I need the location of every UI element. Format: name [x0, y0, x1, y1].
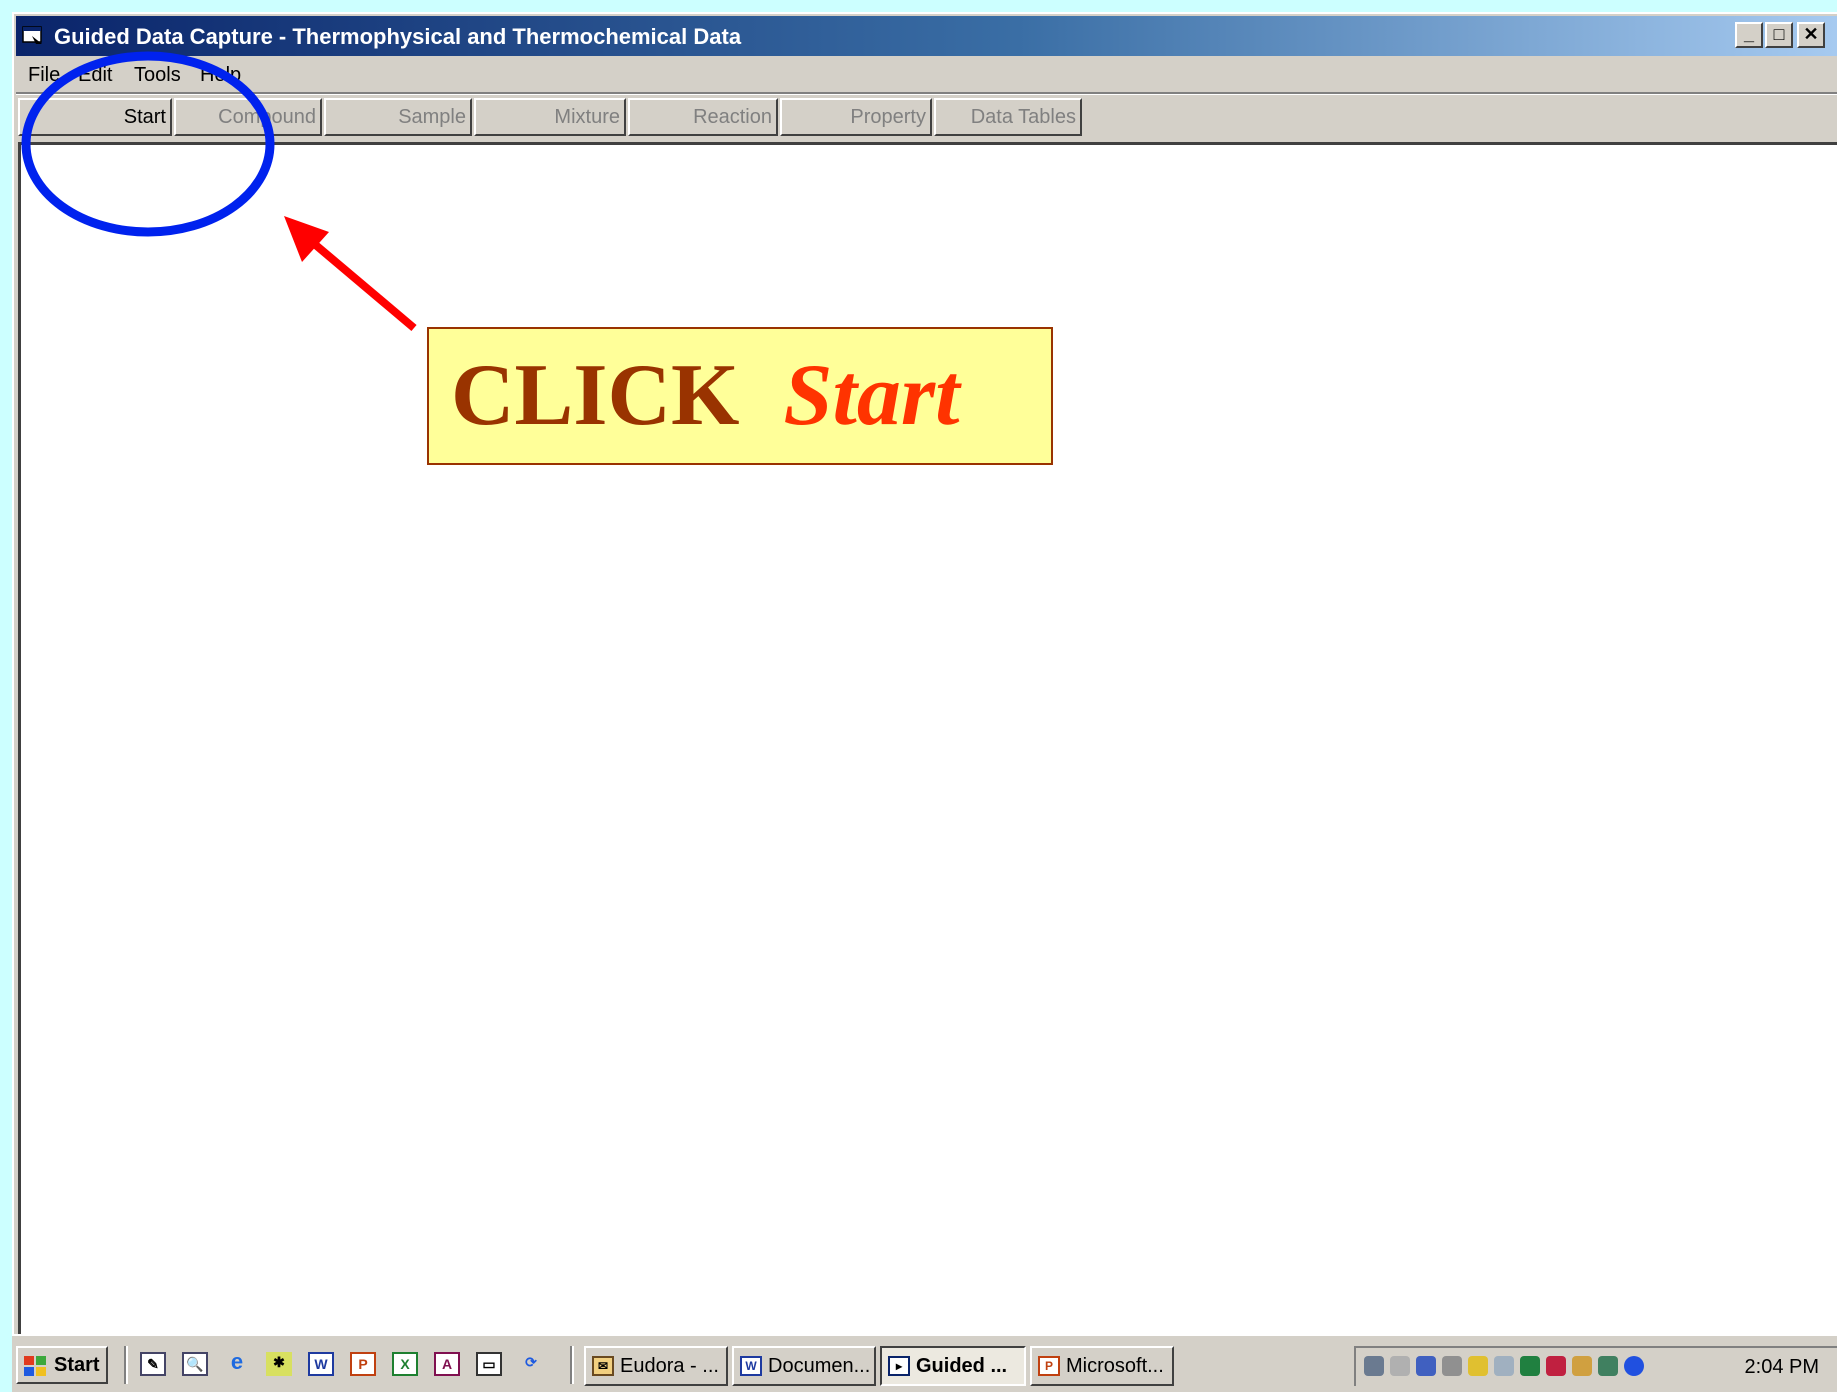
desktop-icon[interactable]: ✎ — [140, 1352, 166, 1376]
callout-click-text: CLICK — [451, 347, 740, 444]
menu-separator — [16, 92, 1837, 95]
excel-icon[interactable]: X — [392, 1352, 418, 1376]
tab-compound: Compound — [174, 98, 322, 136]
app-window: Guided Data Capture - Thermophysical and… — [12, 12, 1837, 1390]
taskbar-separator — [124, 1346, 128, 1384]
task-label: Eudora - ... — [620, 1355, 719, 1377]
tab-reaction: Reaction — [628, 98, 778, 136]
start-label: Start — [54, 1354, 100, 1376]
task-eudora[interactable]: ✉ Eudora - ... — [584, 1346, 728, 1386]
task-microsoft[interactable]: P Microsoft... — [1030, 1346, 1174, 1386]
start-menu-button[interactable]: Start — [16, 1346, 108, 1384]
outlook-icon[interactable]: ▭ — [476, 1352, 502, 1376]
minimize-button[interactable]: _ — [1735, 22, 1763, 48]
search-icon[interactable]: 🔍 — [182, 1352, 208, 1376]
menu-file[interactable]: File — [28, 64, 60, 87]
task-label: Documen... — [768, 1355, 871, 1377]
globe-tray-icon[interactable] — [1598, 1356, 1618, 1376]
callout-start-text: Start — [783, 347, 960, 444]
internet-explorer-icon[interactable]: e — [224, 1351, 250, 1376]
card-tray-icon[interactable] — [1546, 1356, 1566, 1376]
maximize-icon: □ — [1773, 24, 1785, 44]
windows-logo-icon — [24, 1356, 46, 1376]
app-icon — [22, 26, 42, 44]
menu-help[interactable]: Help — [200, 64, 241, 87]
powerpoint-icon: P — [1038, 1356, 1060, 1376]
tab-mixture: Mixture — [474, 98, 626, 136]
menu-tools[interactable]: Tools — [134, 64, 181, 87]
app-icon: ▸ — [888, 1356, 910, 1376]
task-guided[interactable]: ▸ Guided ... — [880, 1346, 1026, 1386]
printer-tray-icon[interactable] — [1520, 1356, 1540, 1376]
hand-tray-icon[interactable] — [1572, 1356, 1592, 1376]
window-title: Guided Data Capture - Thermophysical and… — [54, 24, 742, 49]
messenger-tray-icon[interactable] — [1624, 1356, 1644, 1376]
title-bar[interactable]: Guided Data Capture - Thermophysical and… — [16, 16, 1837, 56]
tray-app-icon[interactable] — [1442, 1356, 1462, 1376]
clock[interactable]: 2:04 PM — [1745, 1356, 1819, 1379]
close-icon: ✕ — [1803, 24, 1819, 44]
word-doc-icon: W — [740, 1356, 762, 1376]
network-icon[interactable]: ✱ — [266, 1352, 292, 1376]
main-content-area — [18, 142, 1837, 1334]
eudora-icon: ✉ — [592, 1356, 614, 1376]
word-icon[interactable]: W — [308, 1352, 334, 1376]
instruction-callout: CLICK Start — [427, 327, 1053, 465]
close-button[interactable]: ✕ — [1797, 22, 1825, 48]
access-icon[interactable]: A — [434, 1352, 460, 1376]
volume-icon[interactable] — [1390, 1356, 1410, 1376]
task-label: Microsoft... — [1066, 1355, 1164, 1377]
maximize-button[interactable]: □ — [1765, 22, 1793, 48]
menu-edit[interactable]: Edit — [78, 64, 112, 87]
taskbar-separator — [570, 1346, 574, 1384]
tab-property: Property — [780, 98, 932, 136]
cube-tray-icon[interactable] — [1494, 1356, 1514, 1376]
computer-tray-icon[interactable] — [1364, 1356, 1384, 1376]
powerpoint-icon[interactable]: P — [350, 1352, 376, 1376]
refresh-icon[interactable]: ⟳ — [518, 1352, 544, 1376]
taskbar: Start ✎ 🔍 e ✱ W P X A ▭ ⟳ ✉ Eudora - ...… — [12, 1334, 1837, 1392]
menu-bar: File Edit Tools Help — [16, 58, 1837, 90]
step-tabs: Start Compound Sample Mixture Reaction P… — [18, 96, 1837, 138]
task-label: Guided ... — [916, 1355, 1008, 1377]
tab-sample: Sample — [324, 98, 472, 136]
tab-start[interactable]: Start — [18, 98, 172, 136]
soft-icon[interactable] — [1416, 1356, 1436, 1376]
task-document[interactable]: W Documen... — [732, 1346, 876, 1386]
minimize-icon: _ — [1743, 24, 1754, 44]
tab-data-tables: Data Tables — [934, 98, 1082, 136]
pencil-tray-icon[interactable] — [1468, 1356, 1488, 1376]
system-tray: 2:04 PM — [1354, 1346, 1837, 1386]
